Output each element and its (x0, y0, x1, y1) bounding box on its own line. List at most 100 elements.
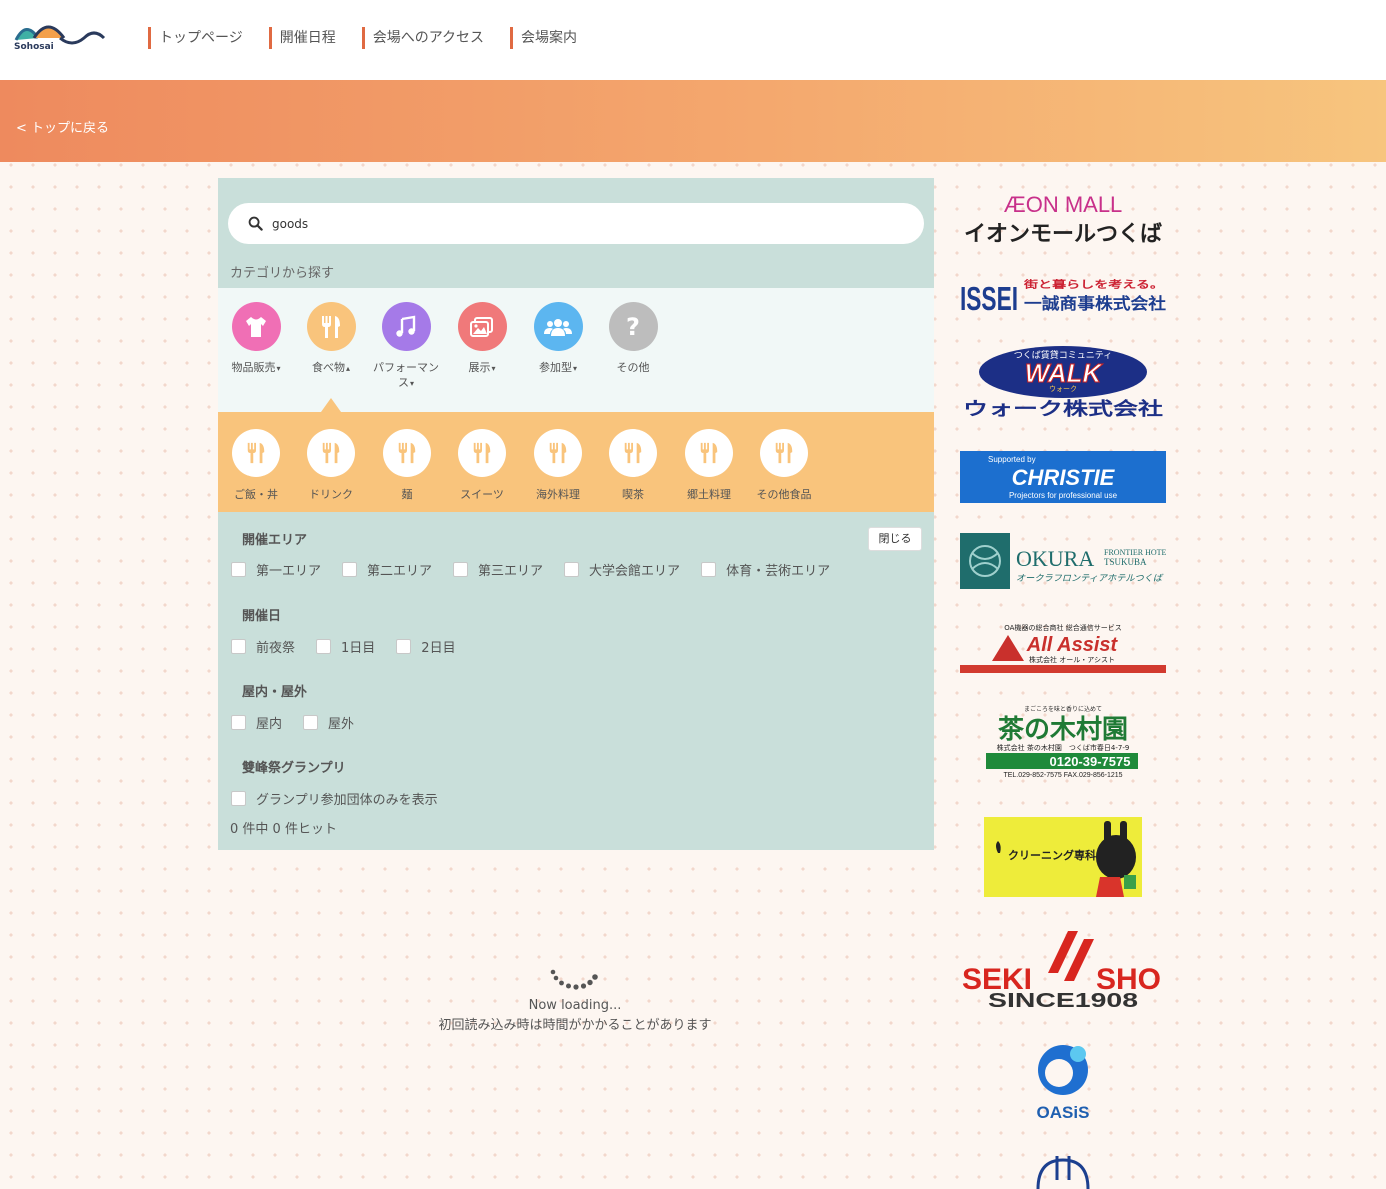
category-participation[interactable]: 参加型▾ (520, 302, 596, 376)
search-input[interactable] (272, 213, 872, 235)
checkbox-area-1[interactable] (231, 562, 246, 577)
filter-day-options: 前夜祭 1日目 2日目 (231, 637, 477, 656)
category-goods[interactable]: 物品販売▾ (218, 302, 294, 376)
sponsor-christie[interactable]: Supported by CHRISTIE Projectors for pro… (960, 451, 1166, 503)
subcategory-cafe[interactable]: 喫茶 (595, 429, 671, 502)
subcategory-label: ご飯・丼 (234, 488, 278, 501)
checkbox-label: 第一エリア (256, 564, 322, 579)
filter-day-title: 開催日 (242, 609, 282, 624)
category-label: 展示 (468, 361, 491, 374)
checkbox-area-gym[interactable] (701, 562, 717, 577)
svg-text:All Assist: All Assist (1026, 634, 1119, 656)
subcategory-label: その他食品 (756, 488, 812, 501)
svg-text:一誠商事株式会社: 一誠商事株式会社 (1024, 294, 1166, 313)
category-exhibition[interactable]: 展示▾ (444, 302, 520, 376)
sponsor-kimuraen[interactable]: まごころを味と香りに込めて 茶の木村園 株式会社 茶の木村園 つくば市春日4-7… (960, 704, 1166, 784)
loading-indicator: Now loading... 初回読み込み時は時間がかかることがあります (400, 966, 750, 1036)
hit-count: 0 件中 0 件ヒット (230, 822, 337, 837)
subcategory-local[interactable]: 郷土料理 (671, 429, 747, 502)
subcategory-rice-bowl[interactable]: ご飯・丼 (218, 429, 294, 502)
category-other[interactable]: ? その他 (595, 302, 671, 375)
loading-text: Now loading... (528, 998, 622, 1013)
checkbox-area-2[interactable] (342, 562, 358, 577)
nav-schedule[interactable]: 開催日程 (268, 27, 346, 49)
category-label: その他 (616, 361, 650, 374)
filter-place-title: 屋内・屋外 (242, 685, 308, 700)
checkbox-area-3[interactable] (453, 562, 469, 577)
subcategory-label: 喫茶 (622, 488, 644, 501)
svg-text:Supported by: Supported by (988, 455, 1036, 464)
sponsor-oasis[interactable]: OASiS (960, 1040, 1166, 1124)
svg-text:CHRISTIE: CHRISTIE (1012, 465, 1116, 490)
sponsor-sekisho[interactable]: SEKI SHO SINCE1908 (960, 927, 1166, 1011)
svg-text:ISSEI: ISSEI (960, 280, 1018, 316)
sponsor-aeon-mall[interactable]: ÆON MALL イオンモールつくば (960, 190, 1166, 248)
search-icon (248, 216, 263, 231)
chevron-up-icon: ▴ (345, 364, 350, 373)
subcategory-label: 麺 (401, 488, 413, 501)
category-heading: カテゴリから探す (230, 266, 335, 281)
subcategory-foreign[interactable]: 海外料理 (520, 429, 596, 502)
sponsor-walk[interactable]: つくば賃貸コミュニティ WALK ウォーク ウォーク株式会社 (960, 345, 1166, 419)
loading-note: 初回読み込み時は時間がかかることがあります (438, 1018, 712, 1033)
group-icon (533, 302, 583, 351)
subcategory-label: ドリンク (309, 488, 353, 501)
fork-knife-icon (232, 429, 280, 477)
sponsor-cleaning[interactable]: クリーニング専科 (960, 817, 1166, 897)
fork-knife-icon (685, 429, 733, 477)
category-performance[interactable]: パフォーマンス▾ (368, 302, 444, 391)
checkbox-label: 第二エリア (367, 564, 433, 579)
search-panel: カテゴリから探す 物品販売▾ 食べ物▴ パフォーマンス▾ 展示▾ (218, 178, 934, 850)
sponsor-okura[interactable]: OKURA FRONTIER HOTEL TSUKUBA オークラフロンティアホ… (960, 533, 1166, 589)
checkbox-day-1[interactable] (316, 639, 332, 654)
category-label: 食べ物 (311, 361, 345, 374)
svg-text:TEL.029-852-7575 FAX.029-856-1: TEL.029-852-7575 FAX.029-856-1215 (1003, 772, 1122, 779)
filter-place-options: 屋内 屋外 (231, 713, 375, 732)
svg-text:ウォーク株式会社: ウォーク株式会社 (963, 398, 1163, 419)
fork-knife-icon (609, 429, 657, 477)
checkbox-label: 2日目 (421, 641, 456, 656)
checkbox-outdoor[interactable] (303, 715, 319, 730)
nav-top-page[interactable]: トップページ (148, 27, 253, 49)
checkbox-day-eve[interactable] (231, 639, 246, 654)
subcategory-other-food[interactable]: その他食品 (746, 429, 822, 502)
sohosai-logo[interactable]: Sohosai (12, 18, 108, 52)
nav-access[interactable]: 会場へのアクセス (361, 27, 494, 49)
image-icon (457, 302, 507, 351)
svg-text:ÆON MALL: ÆON MALL (1004, 192, 1123, 217)
svg-text:株式会社 オール・アシスト: 株式会社 オール・アシスト (1029, 655, 1115, 664)
subcategory-drink[interactable]: ドリンク (293, 429, 369, 502)
category-food[interactable]: 食べ物▴ (293, 302, 369, 376)
svg-text:クリーニング専科: クリーニング専科 (1008, 848, 1096, 862)
checkbox-label: 屋内 (256, 717, 283, 732)
sponsor-all-assist[interactable]: OA機器の総合商社 総合通信サービス All Assist 株式会社 オール・ア… (960, 621, 1166, 673)
fork-knife-icon (458, 429, 506, 477)
svg-text:WALK: WALK (1025, 358, 1104, 388)
subcategory-noodles[interactable]: 麺 (369, 429, 445, 502)
subcategory-sweets[interactable]: スイーツ (444, 429, 520, 502)
svg-text:ウォーク: ウォーク (1049, 385, 1077, 393)
checkbox-area-hall[interactable] (564, 562, 580, 577)
subcategory-label: 海外料理 (536, 488, 580, 501)
sponsor-logo-partial[interactable] (960, 1152, 1166, 1189)
main-nav: トップページ 開催日程 会場へのアクセス 会場案内 (148, 27, 603, 49)
category-label: 物品販売 (231, 361, 276, 374)
checkbox-indoor[interactable] (231, 715, 246, 730)
checkbox-label: グランプリ参加団体のみを表示 (256, 793, 438, 808)
filter-area-options: 第一エリア 第二エリア 第三エリア 大学会館エリア 体育・芸術エリア (231, 560, 851, 579)
checkbox-day-2[interactable] (396, 639, 412, 654)
checkbox-grandprix-only[interactable] (231, 791, 246, 806)
search-box[interactable] (228, 203, 924, 244)
chevron-down-icon: ▾ (409, 379, 414, 388)
fork-knife-icon (307, 429, 355, 477)
question-icon: ? (608, 302, 658, 351)
sponsor-issei[interactable]: ISSEI 街と暮らしを考える。 一誠商事株式会社 (960, 276, 1166, 316)
nav-venue-guide[interactable]: 会場案内 (510, 27, 587, 49)
svg-text:まごころを味と香りに込めて: まごころを味と香りに込めて (1024, 705, 1102, 713)
active-category-pointer (321, 398, 341, 412)
subcategory-label: スイーツ (460, 488, 504, 501)
close-filters-button[interactable]: 閉じる (868, 527, 922, 551)
checkbox-label: 前夜祭 (256, 641, 296, 656)
fork-knife-icon (534, 429, 582, 477)
back-to-top-link[interactable]: < トップに戻る (16, 117, 109, 136)
